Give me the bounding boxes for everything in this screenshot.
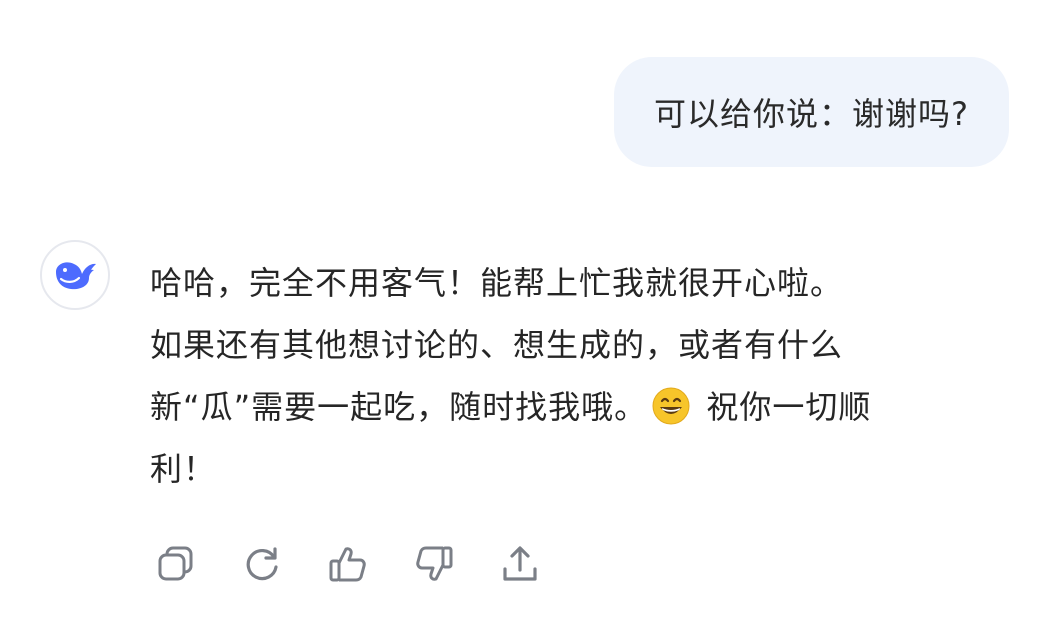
assistant-reply: 哈哈，完全不用客气！能帮上忙我就很开心啦。 如果还有其他想讨论的、想生成的，或者… <box>150 252 1020 500</box>
copy-button[interactable] <box>155 543 197 585</box>
user-message-text: 可以给你说：谢谢吗? <box>654 95 969 133</box>
reply-line: 哈哈，完全不用客气！能帮上忙我就很开心啦。 <box>150 264 844 302</box>
reply-line: 如果还有其他想讨论的、想生成的，或者有什么 <box>150 326 844 364</box>
reply-line: 新“瓜”需要一起吃，随时找我哦。 <box>150 388 648 426</box>
chat-page: 可以给你说：谢谢吗? 哈哈，完全不用客气！能帮上忙我就很开心啦。 如果还有其他想… <box>0 0 1047 622</box>
copy-icon <box>158 546 193 581</box>
message-actions <box>155 543 585 585</box>
regenerate-icon <box>246 547 278 581</box>
user-message-bubble: 可以给你说：谢谢吗? <box>614 57 1009 167</box>
reply-line: 祝你一切顺 <box>695 388 872 426</box>
grinning-face-emoji-icon <box>651 384 691 425</box>
reply-line: 利！ <box>150 450 217 488</box>
thumbs-down-icon <box>416 546 453 581</box>
thumbs-up-icon <box>329 547 366 582</box>
share-icon <box>503 546 537 581</box>
reply-line-with-emoji: 新“瓜”需要一起吃，随时找我哦。 祝你一切顺 <box>150 376 1020 438</box>
thumbs-down-button[interactable] <box>413 543 455 585</box>
regenerate-button[interactable] <box>241 543 283 585</box>
deepseek-whale-icon <box>56 262 96 290</box>
share-button[interactable] <box>499 543 541 585</box>
assistant-avatar <box>40 240 110 310</box>
thumbs-up-button[interactable] <box>327 543 369 585</box>
